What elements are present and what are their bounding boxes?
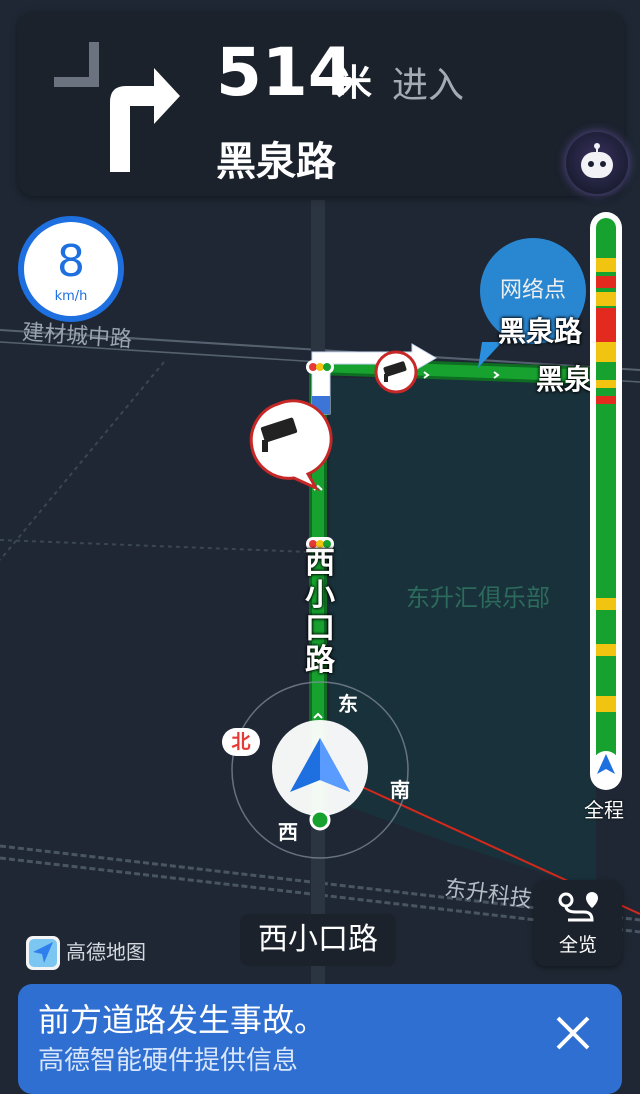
full-route-label: 全程 — [584, 798, 624, 822]
route-start-dot — [309, 809, 331, 831]
poi-bubble-label: 网络点 — [499, 278, 566, 303]
compass-east: 东 — [338, 692, 358, 716]
traffic-segment-yellow — [596, 598, 616, 610]
target-road-bubble-label: 黑泉路 — [498, 315, 583, 348]
map-road-line — [0, 361, 165, 561]
map-block — [330, 378, 596, 890]
overview-label: 全览 — [558, 934, 597, 956]
action-label: 进入 — [392, 65, 465, 106]
distance-unit: 米 — [336, 63, 373, 104]
overview-button[interactable]: 全览 — [534, 880, 622, 966]
traffic-segment-red — [596, 276, 616, 288]
turn-guidance-card[interactable]: 514 米 进入 黑泉路 — [18, 12, 628, 196]
voice-assistant-button[interactable] — [566, 132, 628, 194]
traffic-segment-yellow — [596, 696, 616, 712]
distance-value: 514 — [216, 34, 354, 111]
speed-value: 8 — [57, 236, 85, 287]
close-icon[interactable] — [548, 1008, 598, 1058]
route-overview-icon — [558, 892, 598, 922]
traffic-segment-red — [596, 396, 616, 404]
traffic-segment-yellow — [596, 258, 616, 272]
robot-icon — [581, 143, 613, 178]
compass-north[interactable]: 北 — [222, 728, 260, 756]
alert-subtitle: 高德智能硬件提供信息 — [38, 1046, 299, 1076]
traffic-light-icon — [306, 360, 334, 374]
traffic-segment-yellow — [596, 644, 616, 656]
speed-indicator: 8 km/h — [18, 216, 124, 322]
current-road-vertical-label: 西 小 口 路 — [305, 546, 335, 679]
current-road-label: 西小口路 — [240, 914, 396, 966]
compass-west: 西 — [278, 820, 298, 844]
route-progress-marker-icon — [592, 751, 620, 779]
traffic-segment-yellow — [596, 292, 616, 306]
speed-unit: km/h — [54, 289, 88, 304]
amap-logo-icon — [26, 936, 60, 970]
route-progress-bar — [596, 218, 616, 766]
map-road-line — [0, 539, 311, 553]
compass-south: 南 — [390, 778, 410, 802]
poi-label-club: 东升汇俱乐部 — [406, 584, 550, 612]
next-road-name: 黑泉路 — [216, 139, 336, 185]
traffic-segment-yellow — [596, 380, 616, 388]
traffic-segment-red — [596, 308, 616, 342]
right-turn-icon — [54, 42, 180, 172]
alert-title: 前方道路发生事故。 — [38, 1001, 327, 1039]
speed-camera-icon — [374, 350, 418, 394]
brand-name: 高德地图 — [66, 940, 146, 964]
traffic-segment-yellow — [596, 342, 616, 362]
